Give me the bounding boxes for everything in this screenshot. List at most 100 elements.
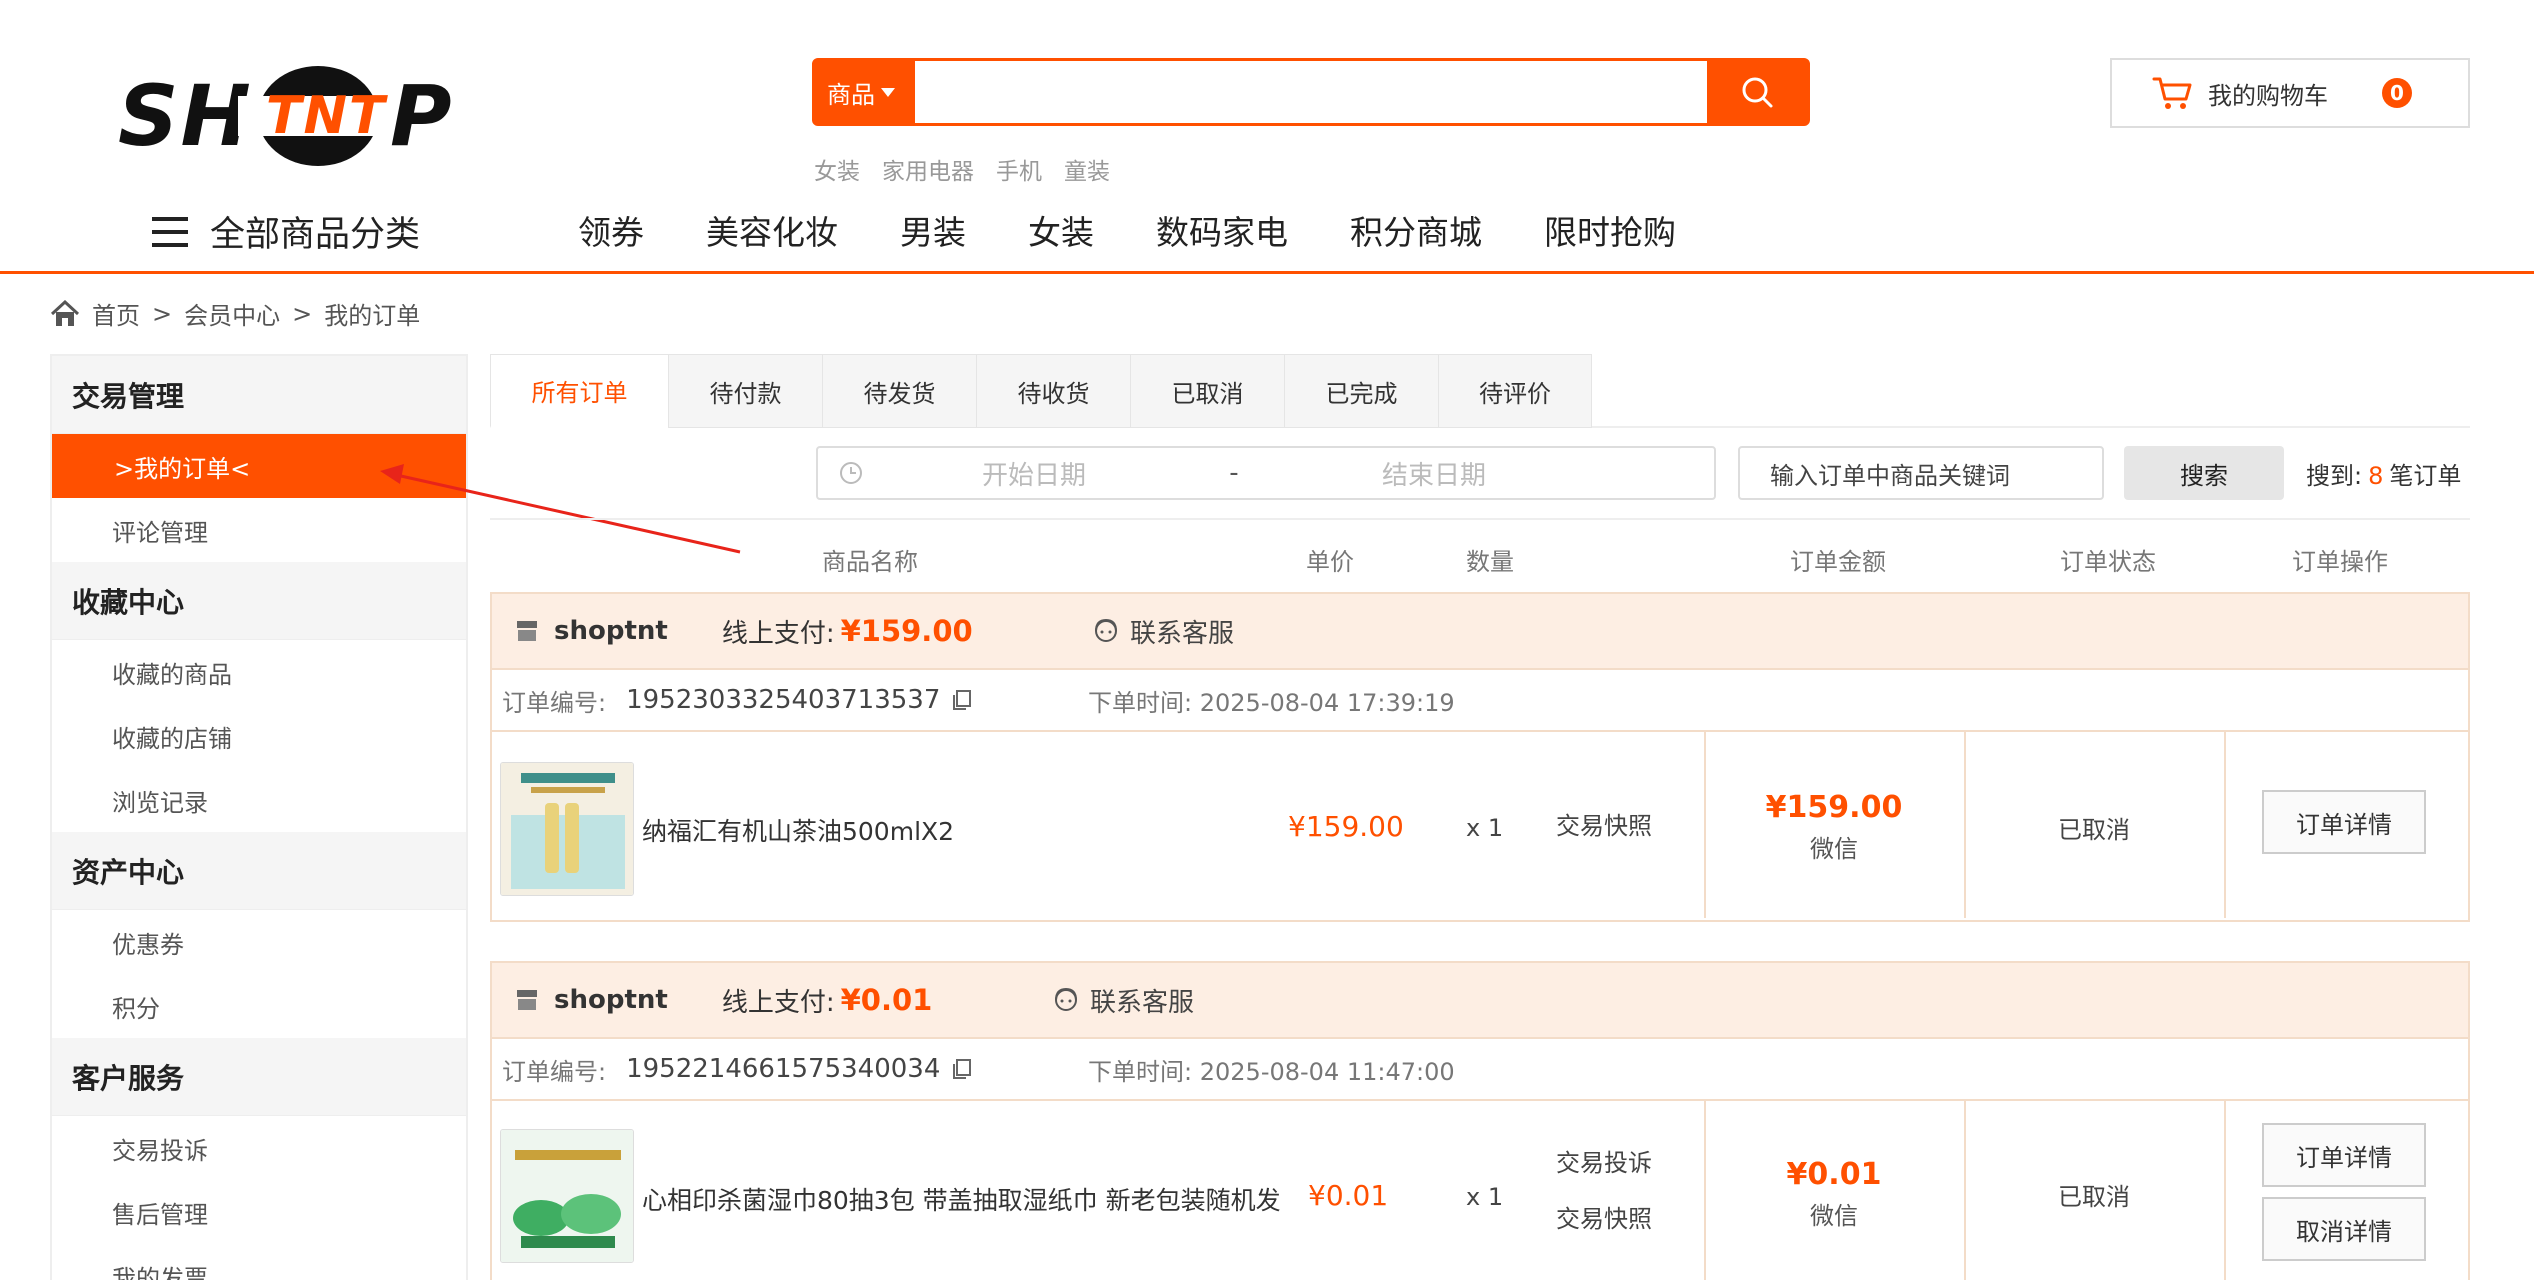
clock-icon: [840, 462, 862, 484]
copy-icon[interactable]: [950, 688, 974, 712]
breadcrumb: 首页 > 会员中心 > 我的订单: [50, 296, 420, 331]
pay-label: 线上支付:: [721, 987, 835, 1018]
tab-pending-review[interactable]: 待评价: [1438, 354, 1592, 428]
search-category-dropdown[interactable]: 商品: [815, 61, 915, 123]
shop-name[interactable]: shoptnt: [554, 985, 668, 1015]
trade-complaint-link[interactable]: 交易投诉: [1556, 1143, 1652, 1178]
order-card: shoptnt 线上支付: ¥0.01 联系客服 订单编号: 195221466…: [490, 961, 2470, 1280]
sidebar-item-points[interactable]: 积分: [52, 974, 466, 1038]
contact-service-label: 联系客服: [1130, 618, 1235, 649]
tab-completed[interactable]: 已完成: [1284, 354, 1438, 428]
hot-word-link[interactable]: 家用电器: [882, 152, 974, 186]
header-quantity: 数量: [1466, 548, 1514, 576]
tab-pending-receipt[interactable]: 待收货: [976, 354, 1130, 428]
order-body: 纳福汇有机山茶油500mlX2 ¥159.00 x 1 交易快照 ¥159.00…: [492, 732, 2468, 918]
sidebar-item-history[interactable]: 浏览记录: [52, 768, 466, 832]
breadcrumb-home[interactable]: 首页: [92, 296, 140, 331]
header-order-status: 订单状态: [2060, 548, 2156, 576]
header-order-actions: 订单操作: [2292, 548, 2388, 576]
header-unit-price: 单价: [1306, 548, 1354, 576]
all-categories-menu[interactable]: 全部商品分类: [152, 206, 420, 257]
order-table-header: 商品名称 单价 数量 订单金额 订单状态 订单操作: [490, 518, 2470, 588]
order-amount-value: ¥159.00: [1765, 790, 1903, 825]
product-name[interactable]: 心相印杀菌湿巾80抽3包 带盖抽取湿纸巾 新老包装随机发: [642, 1181, 1281, 1217]
product-name[interactable]: 纳福汇有机山茶油500mlX2: [642, 812, 954, 848]
date-separator: -: [1229, 458, 1239, 488]
copy-icon[interactable]: [950, 1057, 974, 1081]
shoptnt-logo[interactable]: SH TNT P: [118, 60, 458, 172]
shop-icon: [517, 990, 537, 1010]
sidebar-item-fav-shops[interactable]: 收藏的店铺: [52, 704, 466, 768]
contact-service[interactable]: 联系客服: [1092, 613, 1234, 650]
order-body: 心相印杀菌湿巾80抽3包 带盖抽取湿纸巾 新老包装随机发 ¥0.01 x 1 交…: [492, 1101, 2468, 1280]
breadcrumb-separator: >: [292, 299, 313, 328]
sidebar-item-coupons[interactable]: 优惠券: [52, 910, 466, 974]
order-time-value: 2025-08-04 17:39:19: [1199, 688, 1455, 717]
hot-word-link[interactable]: 女装: [814, 152, 860, 186]
order-time-value: 2025-08-04 11:47:00: [1199, 1057, 1455, 1086]
payment-method: 微信: [1810, 835, 1858, 863]
product-image[interactable]: [500, 1129, 634, 1263]
shop-name[interactable]: shoptnt: [554, 616, 668, 646]
header-order-amount: 订单金额: [1790, 548, 1886, 576]
search-button[interactable]: [1707, 61, 1807, 123]
cart-count-badge: 0: [2382, 78, 2412, 108]
pay-amount: ¥0.01: [840, 983, 933, 1017]
order-amount: ¥0.01 微信: [1704, 1157, 1964, 1231]
product-quantity: x 1: [1466, 814, 1504, 842]
hot-word-link[interactable]: 手机: [996, 152, 1042, 186]
sidebar-group-assets: 资产中心: [52, 832, 466, 910]
hot-word-link[interactable]: 童装: [1064, 152, 1110, 186]
contact-service-label: 联系客服: [1090, 987, 1195, 1018]
product-thumbnail: [501, 763, 633, 895]
tab-pending-shipment[interactable]: 待发货: [822, 354, 976, 428]
menu-icon: [152, 216, 188, 247]
breadcrumb-member-center[interactable]: 会员中心: [184, 296, 280, 331]
order-number: 1952214661575340034: [626, 1054, 941, 1084]
tab-cancelled[interactable]: 已取消: [1130, 354, 1284, 428]
trade-snapshot-link[interactable]: 交易快照: [1556, 1199, 1652, 1234]
start-date-input[interactable]: 开始日期: [864, 455, 1204, 492]
date-range-picker[interactable]: 开始日期 - 结束日期: [816, 446, 1716, 500]
nav-item-coupons[interactable]: 领券: [578, 206, 644, 254]
nav-item-menswear[interactable]: 男装: [900, 206, 966, 254]
order-time-label: 下单时间:: [1088, 1057, 1193, 1086]
search-input[interactable]: [915, 61, 1707, 123]
order-search-button[interactable]: 搜索: [2124, 446, 2284, 500]
cart-icon: [2152, 77, 2192, 109]
product-thumbnail: [501, 1130, 633, 1262]
order-detail-button[interactable]: 订单详情: [2262, 1123, 2426, 1187]
header-product-name: 商品名称: [822, 548, 918, 576]
sidebar-item-complaints[interactable]: 交易投诉: [52, 1116, 466, 1180]
end-date-input[interactable]: 结束日期: [1264, 455, 1604, 492]
order-status: 已取消: [2058, 816, 2130, 844]
order-time-label: 下单时间:: [1088, 688, 1193, 717]
order-card: shoptnt 线上支付: ¥159.00 联系客服 订单编号: 1952303…: [490, 592, 2470, 922]
cell-divider: [2224, 1101, 2226, 1280]
trade-snapshot-link[interactable]: 交易快照: [1556, 806, 1652, 841]
sidebar-group-trade: 交易管理: [52, 356, 466, 434]
nav-item-beauty[interactable]: 美容化妆: [706, 206, 838, 254]
product-image[interactable]: [500, 762, 634, 896]
nav-item-points-mall[interactable]: 积分商城: [1350, 206, 1482, 254]
search-icon: [1742, 77, 1773, 108]
order-no-label: 订单编号:: [502, 688, 607, 717]
sidebar-item-fav-goods[interactable]: 收藏的商品: [52, 640, 466, 704]
order-status: 已取消: [2058, 1183, 2130, 1211]
sidebar-item-invoices[interactable]: 我的发票: [52, 1244, 466, 1280]
tab-pending-payment[interactable]: 待付款: [668, 354, 822, 428]
order-meta: 订单编号: 1952303325403713537 下单时间: 2025-08-…: [492, 670, 2468, 732]
sidebar-item-after-sales[interactable]: 售后管理: [52, 1180, 466, 1244]
cart-button[interactable]: 我的购物车 0: [2110, 58, 2470, 128]
nav-item-flash-sale[interactable]: 限时抢购: [1544, 206, 1676, 254]
cancel-detail-button[interactable]: 取消详情: [2262, 1197, 2426, 1261]
keyword-input[interactable]: 输入订单中商品关键词: [1738, 446, 2104, 500]
caret-down-icon: [881, 87, 895, 97]
tab-all-orders[interactable]: 所有订单: [490, 354, 668, 428]
order-time: 下单时间: 2025-08-04 11:47:00: [1088, 1052, 1455, 1087]
order-detail-button[interactable]: 订单详情: [2262, 790, 2426, 854]
nav-item-digital[interactable]: 数码家电: [1156, 206, 1288, 254]
nav-item-womenswear[interactable]: 女装: [1028, 206, 1094, 254]
contact-service[interactable]: 联系客服: [1052, 982, 1194, 1019]
hot-search-words: 女装 家用电器 手机 童装: [814, 152, 1110, 186]
